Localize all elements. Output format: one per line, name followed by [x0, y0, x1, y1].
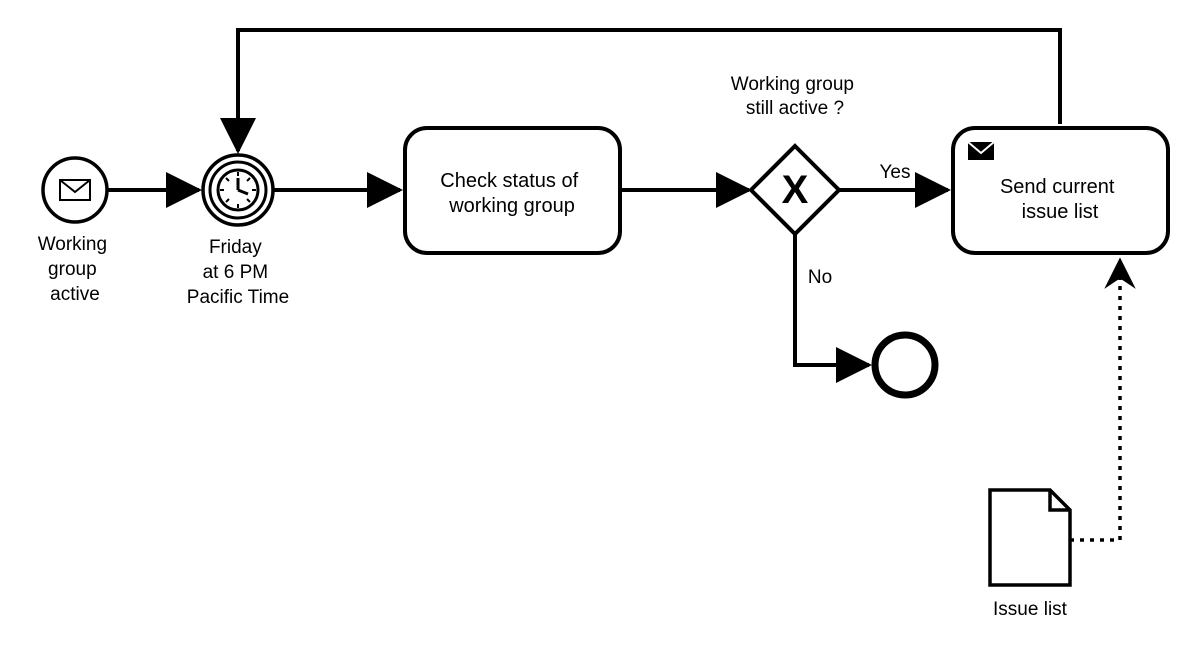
- gateway-caption: Working group still active ?: [731, 74, 860, 119]
- data-association: [1070, 260, 1120, 540]
- clock-icon: [218, 170, 258, 210]
- flow-no-label: No: [808, 267, 832, 288]
- bpmn-diagram: Working group active: [0, 0, 1200, 652]
- timer-event: Friday at 6 PM Pacific Time: [187, 155, 289, 308]
- flow-no: [795, 234, 869, 365]
- data-object-label: Issue list: [993, 599, 1068, 620]
- flow-yes-label: Yes: [880, 162, 911, 183]
- task-send-issue-list: Send current issue list: [953, 128, 1168, 253]
- message-send-icon: [968, 142, 994, 160]
- start-event-label: Working group active: [38, 234, 113, 305]
- end-event: [875, 335, 935, 395]
- gateway-still-active: Working group still active ? X: [731, 74, 860, 234]
- task-check-status: Check status of working group: [405, 128, 620, 253]
- data-object-issue-list: Issue list: [990, 490, 1070, 620]
- gateway-x-marker: X: [782, 168, 809, 212]
- flow-loop-back: [238, 30, 1060, 151]
- message-icon: [60, 180, 90, 200]
- start-event: Working group active: [38, 158, 113, 305]
- timer-event-label: Friday at 6 PM Pacific Time: [187, 237, 289, 308]
